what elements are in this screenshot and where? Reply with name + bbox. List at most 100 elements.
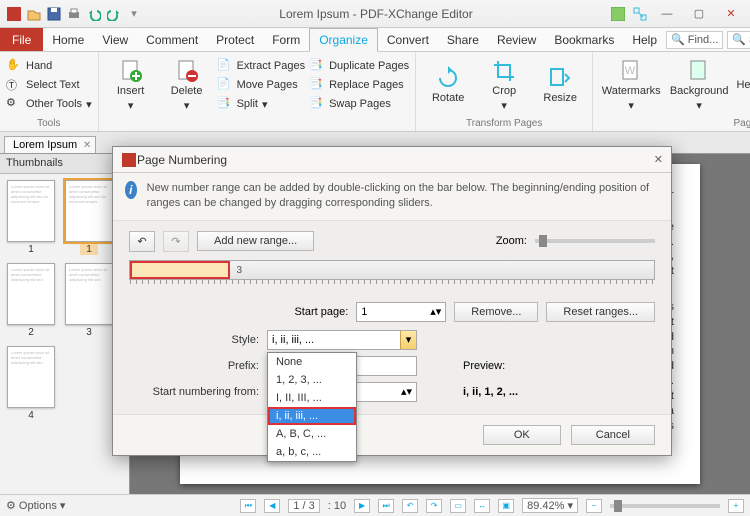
thumbnails-title: Thumbnails <box>6 157 63 170</box>
tab-share[interactable]: Share <box>438 28 488 51</box>
next-page-button[interactable]: ▶ <box>354 499 370 513</box>
style-select[interactable]: i, ii, iii, ...▾ <box>267 330 417 350</box>
range-zoom-slider[interactable] <box>535 239 655 243</box>
app-icon <box>6 6 22 22</box>
thumbnail-2[interactable]: Lorem ipsum dolor sit amet consectetur a… <box>6 263 56 338</box>
add-range-button[interactable]: Add new range... <box>197 231 314 251</box>
minimize-button[interactable]: — <box>654 5 680 23</box>
tab-home[interactable]: Home <box>43 28 93 51</box>
undo-icon[interactable] <box>86 6 102 22</box>
rotate-button[interactable]: Rotate <box>422 55 474 115</box>
maximize-button[interactable]: ▢ <box>686 5 712 23</box>
zoom-actual-button[interactable]: ▣ <box>498 499 514 513</box>
first-page-button[interactable]: ⏮ <box>240 499 256 513</box>
open-icon[interactable] <box>26 6 42 22</box>
watermarks-button[interactable]: WWatermarks▾ <box>599 55 663 115</box>
redo-range-button[interactable]: ↷ <box>163 231 189 252</box>
swap-icon: 📑 <box>309 96 325 112</box>
preview-value: i, ii, 1, 2, ... <box>463 386 613 398</box>
style-opt-upper-alpha[interactable]: A, B, C, ... <box>268 425 356 443</box>
thumbnail-1-dup[interactable]: Lorem ipsum dolor sit amet consectetur a… <box>64 180 114 255</box>
range-bar[interactable]: 3 <box>129 260 655 280</box>
insert-icon <box>119 59 143 83</box>
thumbnail-1[interactable]: Lorem ipsum dolor sit amet consectetur a… <box>6 180 56 255</box>
quick-access-toolbar: ▾ <box>0 6 142 22</box>
options-icon[interactable]: ⚙ Options ▾ <box>6 499 65 512</box>
tab-comment[interactable]: Comment <box>137 28 207 51</box>
gear-icon: ⚙ <box>6 96 22 112</box>
redo-icon[interactable] <box>106 6 122 22</box>
spinner-icon[interactable]: ▴▾ <box>401 385 412 398</box>
remove-button[interactable]: Remove... <box>454 302 538 322</box>
replace-pages-button[interactable]: 📑Replace Pages <box>309 77 409 93</box>
save-icon[interactable] <box>46 6 62 22</box>
fit-width-button[interactable]: ↔ <box>474 499 490 513</box>
zoom-value[interactable]: 89.42% ▾ <box>522 498 578 513</box>
select-text-tool[interactable]: ⓉSelect Text <box>6 77 92 93</box>
tab-bookmarks[interactable]: Bookmarks <box>545 28 623 51</box>
range-segment-1[interactable]: 3 <box>130 261 230 279</box>
thumbnail-3[interactable]: Lorem ipsum dolor sit amet consectetur a… <box>64 263 114 338</box>
tab-form[interactable]: Form <box>263 28 309 51</box>
delete-pages-button[interactable]: Delete▾ <box>161 55 213 115</box>
header-footer-button[interactable]: Header and Footer▾ <box>735 55 750 115</box>
duplicate-pages-button[interactable]: 📑Duplicate Pages <box>309 58 409 74</box>
start-page-input[interactable]: 1▴▾ <box>356 302 446 322</box>
background-button[interactable]: Background▾ <box>667 55 731 115</box>
crop-icon <box>492 59 516 83</box>
find-field[interactable]: 🔍Find... <box>666 31 723 49</box>
spinner-icon[interactable]: ▴▾ <box>430 305 441 318</box>
zoom-slider[interactable] <box>610 504 720 508</box>
page-indicator[interactable]: 1 / 3 <box>288 499 319 513</box>
style-opt-123[interactable]: 1, 2, 3, ... <box>268 371 356 389</box>
cancel-button[interactable]: Cancel <box>571 425 655 445</box>
zoom-in-button[interactable]: + <box>728 499 744 513</box>
nav-back-button[interactable]: ↶ <box>402 499 418 513</box>
split-button[interactable]: 📑Split ▾ <box>217 96 305 112</box>
start-page-label: Start page: <box>294 306 348 318</box>
delete-icon <box>175 59 199 83</box>
close-tab-icon[interactable]: ✕ <box>83 140 91 151</box>
move-icon: 📄 <box>217 77 233 93</box>
crop-button[interactable]: Crop▾ <box>478 55 530 115</box>
tab-help[interactable]: Help <box>623 28 666 51</box>
launch-icon[interactable] <box>632 6 648 22</box>
print-icon[interactable] <box>66 6 82 22</box>
text-select-icon: Ⓣ <box>6 77 22 93</box>
fit-page-button[interactable]: ▭ <box>450 499 466 513</box>
qat-more-icon[interactable]: ▾ <box>126 6 142 22</box>
nav-fwd-button[interactable]: ↷ <box>426 499 442 513</box>
insert-pages-button[interactable]: Insert▾ <box>105 55 157 115</box>
close-button[interactable]: ✕ <box>718 5 744 23</box>
tab-organize[interactable]: Organize <box>309 28 378 52</box>
chevron-down-icon[interactable]: ▾ <box>400 331 416 349</box>
swap-pages-button[interactable]: 📑Swap Pages <box>309 96 409 112</box>
last-page-button[interactable]: ⏭ <box>378 499 394 513</box>
hand-tool[interactable]: ✋Hand <box>6 58 92 74</box>
undo-range-button[interactable]: ↶ <box>129 231 155 252</box>
search-field[interactable]: 🔍Search... <box>727 31 750 49</box>
style-opt-lower-alpha[interactable]: a, b, c, ... <box>268 443 356 461</box>
resize-button[interactable]: Resize <box>534 55 586 115</box>
other-tools[interactable]: ⚙Other Tools ▾ <box>6 96 92 112</box>
file-tab[interactable]: File <box>0 28 43 51</box>
dialog-app-icon <box>121 152 137 168</box>
tab-review[interactable]: Review <box>488 28 545 51</box>
tab-protect[interactable]: Protect <box>207 28 263 51</box>
style-opt-lower-roman[interactable]: i, ii, iii, ... <box>268 407 356 425</box>
reset-ranges-button[interactable]: Reset ranges... <box>546 302 655 322</box>
ui-options-icon[interactable] <box>610 6 626 22</box>
tab-convert[interactable]: Convert <box>378 28 438 51</box>
group-tools-label: Tools <box>0 118 98 131</box>
move-pages-button[interactable]: 📄Move Pages <box>217 77 305 93</box>
tab-view[interactable]: View <box>93 28 137 51</box>
thumbnail-4[interactable]: Lorem ipsum dolor sit amet consectetur a… <box>6 346 56 421</box>
prev-page-button[interactable]: ◀ <box>264 499 280 513</box>
extract-pages-button[interactable]: 📄Extract Pages <box>217 58 305 74</box>
dialog-close-icon[interactable]: ✕ <box>654 153 663 166</box>
ok-button[interactable]: OK <box>483 425 561 445</box>
document-tab[interactable]: Lorem Ipsum✕ <box>4 136 96 153</box>
zoom-out-button[interactable]: − <box>586 499 602 513</box>
style-opt-upper-roman[interactable]: I, II, III, ... <box>268 389 356 407</box>
style-opt-none[interactable]: None <box>268 353 356 371</box>
